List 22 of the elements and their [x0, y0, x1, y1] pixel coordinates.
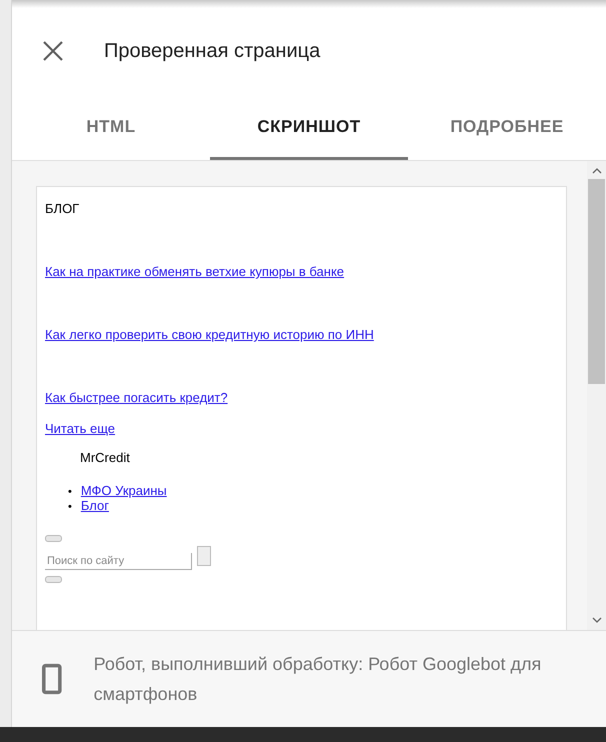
scroll-up-icon[interactable] [592, 167, 602, 175]
site-brand: MrCredit [80, 450, 131, 465]
small-control [45, 535, 62, 542]
nav-link[interactable]: МФО Украины [80, 483, 167, 498]
bullet: • [68, 486, 72, 498]
bullet: • [68, 501, 72, 513]
crawler-info: Робот, выполнивший обработку: Робот Googlebot для смартфонов [94, 653, 542, 706]
tab[interactable]: ПОДРОБНЕЕ [408, 94, 606, 160]
nav-link[interactable]: Блог [80, 498, 109, 513]
tab[interactable]: HTML [12, 94, 210, 160]
article-link[interactable]: Как быстрее погасить кредит? [45, 390, 391, 405]
smartphone-icon [42, 662, 62, 696]
small-control [45, 576, 62, 583]
scrollbar[interactable] [587, 161, 606, 630]
dialog-title: Проверенная страница [104, 40, 320, 62]
page-heading: БЛОГ [45, 201, 80, 216]
read-more-link[interactable]: Читать еще [45, 421, 391, 436]
article-link[interactable]: Как на практике обменять ветхие купюры в банке [45, 264, 391, 279]
scroll-down-icon[interactable] [592, 616, 602, 624]
article-link[interactable]: Как легко проверить свою кредитную историю по ИНН [45, 327, 391, 342]
close-icon [42, 40, 64, 62]
search-field[interactable]: Поиск по сайту [45, 553, 192, 570]
